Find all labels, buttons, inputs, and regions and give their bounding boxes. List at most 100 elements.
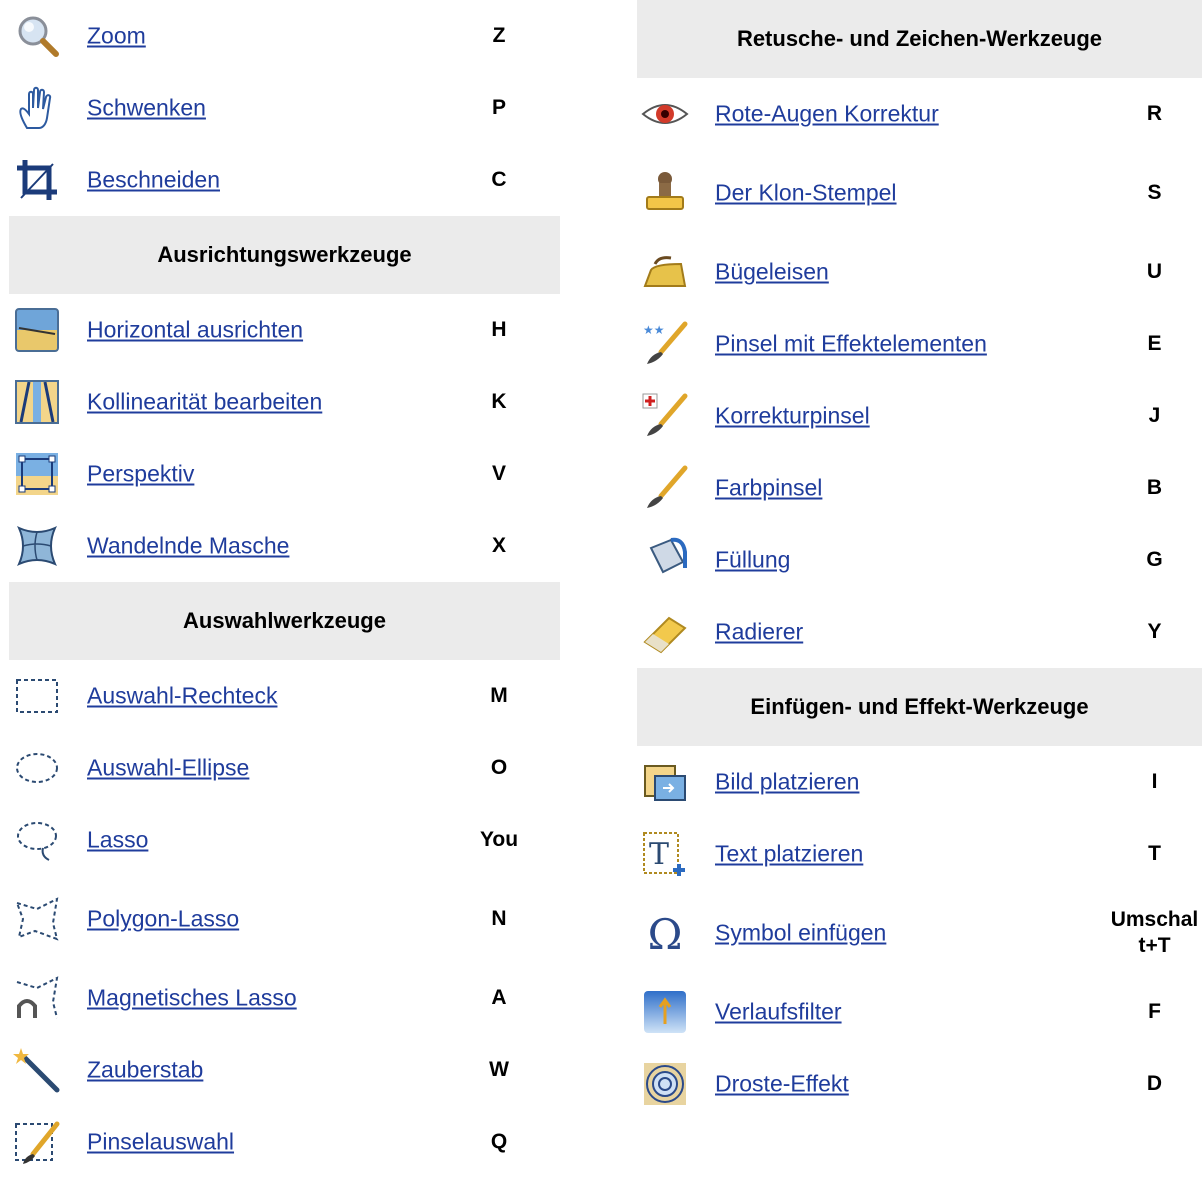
- tool-link-polygon-lasso[interactable]: Polygon-Lasso: [87, 906, 239, 933]
- tool-row-farbpinsel: Farbpinsel B: [637, 452, 1202, 524]
- magic-wand-icon: [13, 1046, 61, 1094]
- tool-link-bild-platzieren[interactable]: Bild platzieren: [715, 769, 859, 796]
- tool-link-horizontal-ausrichten[interactable]: Horizontal ausrichten: [87, 317, 303, 344]
- shortcut-key: A: [491, 986, 507, 1009]
- tool-row-polygon-lasso: Polygon-Lasso N: [9, 876, 560, 962]
- tool-link-symbol-einfuegen[interactable]: Symbol einfügen: [715, 920, 886, 947]
- place-text-icon: T: [641, 830, 689, 878]
- tool-link-schwenken[interactable]: Schwenken: [87, 95, 206, 122]
- ellipse-select-icon: [13, 744, 61, 792]
- shortcut-key-part: Umschal: [1110, 908, 1199, 931]
- shortcut-key: O: [490, 756, 508, 779]
- shortcut-key: H: [491, 318, 507, 341]
- tool-link-perspektiv[interactable]: Perspektiv: [87, 461, 194, 488]
- shortcut-key: X: [491, 534, 506, 557]
- tool-link-zoom[interactable]: Zoom: [87, 23, 146, 50]
- tool-link-farbpinsel[interactable]: Farbpinsel: [715, 475, 822, 502]
- fill-bucket-icon: [641, 536, 689, 584]
- shortcut-key: S: [1147, 181, 1162, 204]
- hand-icon: [13, 84, 61, 132]
- section-header: Retusche- und Zeichen-Werkzeuge: [637, 0, 1202, 78]
- tool-row-magnetisches-lasso: Magnetisches Lasso A: [9, 962, 560, 1034]
- svg-text:Ω: Ω: [648, 910, 683, 957]
- tool-link-fuellung[interactable]: Füllung: [715, 547, 790, 574]
- shortcut-key: F: [1148, 1000, 1161, 1023]
- tool-row-rote-augen-korrektur: Rote-Augen Korrektur R: [637, 78, 1202, 150]
- shortcut-key: Q: [490, 1130, 508, 1153]
- tool-link-buegeleisen[interactable]: Bügeleisen: [715, 259, 829, 286]
- section-header: Ausrichtungswerkzeuge: [9, 216, 560, 294]
- tool-link-magnetisches-lasso[interactable]: Magnetisches Lasso: [87, 985, 297, 1012]
- tool-row-radierer: Radierer Y: [637, 596, 1202, 668]
- tool-link-beschneiden[interactable]: Beschneiden: [87, 167, 220, 194]
- tool-link-zauberstab[interactable]: Zauberstab: [87, 1057, 203, 1084]
- shortcut-key: V: [491, 462, 506, 485]
- tool-link-pinselauswahl[interactable]: Pinselauswahl: [87, 1129, 234, 1156]
- tool-row-auswahl-ellipse: Auswahl-Ellipse O: [9, 732, 560, 804]
- iron-icon: [641, 248, 689, 296]
- magnetic-lasso-icon: [13, 974, 61, 1022]
- tool-link-verlaufsfilter[interactable]: Verlaufsfilter: [715, 999, 842, 1026]
- shortcut-key: W: [489, 1058, 509, 1081]
- tool-link-wandelnde-masche[interactable]: Wandelnde Masche: [87, 533, 289, 560]
- shortcut-key: N: [491, 907, 507, 930]
- left-column: Zoom Z Schwenken P Beschneiden C Ausrichtungsw…: [9, 0, 560, 1178]
- tool-row-lasso: Lasso You: [9, 804, 560, 876]
- tool-link-text-platzieren[interactable]: Text platzieren: [715, 841, 863, 868]
- tool-link-auswahl-ellipse[interactable]: Auswahl-Ellipse: [87, 755, 249, 782]
- shortcut-key: R: [1146, 102, 1163, 125]
- section-header: Einfügen- und Effekt-Werkzeuge: [637, 668, 1202, 746]
- tool-link-kollinearitaet-bearbeiten[interactable]: Kollinearität bearbeiten: [87, 389, 322, 416]
- tool-link-korrekturpinsel[interactable]: Korrekturpinsel: [715, 403, 870, 430]
- clone-stamp-icon: [641, 169, 689, 217]
- tool-row-der-klon-stempel: Der Klon-Stempel S: [637, 150, 1202, 236]
- section-title: Ausrichtungswerkzeuge: [157, 242, 412, 267]
- shortcut-key: E: [1147, 332, 1162, 355]
- tool-row-fuellung: Füllung G: [637, 524, 1202, 596]
- tool-row-droste-effekt: Droste-Effekt D: [637, 1048, 1202, 1120]
- tool-link-droste-effekt[interactable]: Droste-Effekt: [715, 1071, 849, 1098]
- shortcut-key: B: [1146, 476, 1163, 499]
- section-header: Auswahlwerkzeuge: [9, 582, 560, 660]
- tool-link-rote-augen-korrektur[interactable]: Rote-Augen Korrektur: [715, 101, 939, 128]
- shortcut-key: M: [490, 684, 508, 707]
- tool-row-perspektiv: Perspektiv V: [9, 438, 560, 510]
- tool-row-verlaufsfilter: Verlaufsfilter F: [637, 976, 1202, 1048]
- tool-link-der-klon-stempel[interactable]: Der Klon-Stempel: [715, 180, 897, 207]
- paint-brush-icon: [641, 464, 689, 512]
- shortcut-key: G: [1146, 548, 1163, 571]
- tool-row-pinselauswahl: Pinselauswahl Q: [9, 1106, 560, 1178]
- tool-row-schwenken: Schwenken P: [9, 72, 560, 144]
- lasso-icon: [13, 816, 61, 864]
- svg-text:★★: ★★: [643, 323, 665, 337]
- right-column: Retusche- und Zeichen-Werkzeuge Rote-Auge…: [637, 0, 1202, 1120]
- tool-row-korrekturpinsel: Korrekturpinsel J: [637, 380, 1202, 452]
- tool-link-auswahl-rechteck[interactable]: Auswahl-Rechteck: [87, 683, 277, 710]
- tool-row-kollinearitaet-bearbeiten: Kollinearität bearbeiten K: [9, 366, 560, 438]
- tool-link-pinsel-mit-effektelementen[interactable]: Pinsel mit Effektelementen: [715, 331, 987, 358]
- tool-row-pinsel-mit-effektelementen: ★★ Pinsel mit Effektelementen E: [637, 308, 1202, 380]
- shortcut-key: Y: [1147, 620, 1162, 643]
- shortcut-key: D: [1146, 1072, 1163, 1095]
- perspective-icon: [13, 450, 61, 498]
- tool-row-symbol-einfuegen: Ω Symbol einfügen Umschal t+T: [637, 890, 1202, 976]
- polygon-lasso-icon: [13, 895, 61, 943]
- shortcut-key: P: [491, 96, 506, 119]
- tool-row-wandelnde-masche: Wandelnde Masche X: [9, 510, 560, 582]
- tool-row-zoom: Zoom Z: [9, 0, 560, 72]
- shortcut-key: Z: [492, 24, 506, 47]
- zoom-icon: [13, 12, 61, 60]
- place-image-icon: [641, 758, 689, 806]
- tool-row-text-platzieren: T Text platzieren T: [637, 818, 1202, 890]
- red-eye-icon: [641, 90, 689, 138]
- tool-link-lasso[interactable]: Lasso: [87, 827, 148, 854]
- shortcut-key: I: [1151, 770, 1158, 793]
- tool-row-auswahl-rechteck: Auswahl-Rechteck M: [9, 660, 560, 732]
- shortcut-key: U: [1146, 260, 1163, 283]
- horizon-icon: [13, 306, 61, 354]
- crop-icon: [13, 156, 61, 204]
- shortcut-key: You: [479, 828, 519, 851]
- tool-row-bild-platzieren: Bild platzieren I: [637, 746, 1202, 818]
- tool-link-radierer[interactable]: Radierer: [715, 619, 803, 646]
- shortcut-key: K: [491, 390, 507, 413]
